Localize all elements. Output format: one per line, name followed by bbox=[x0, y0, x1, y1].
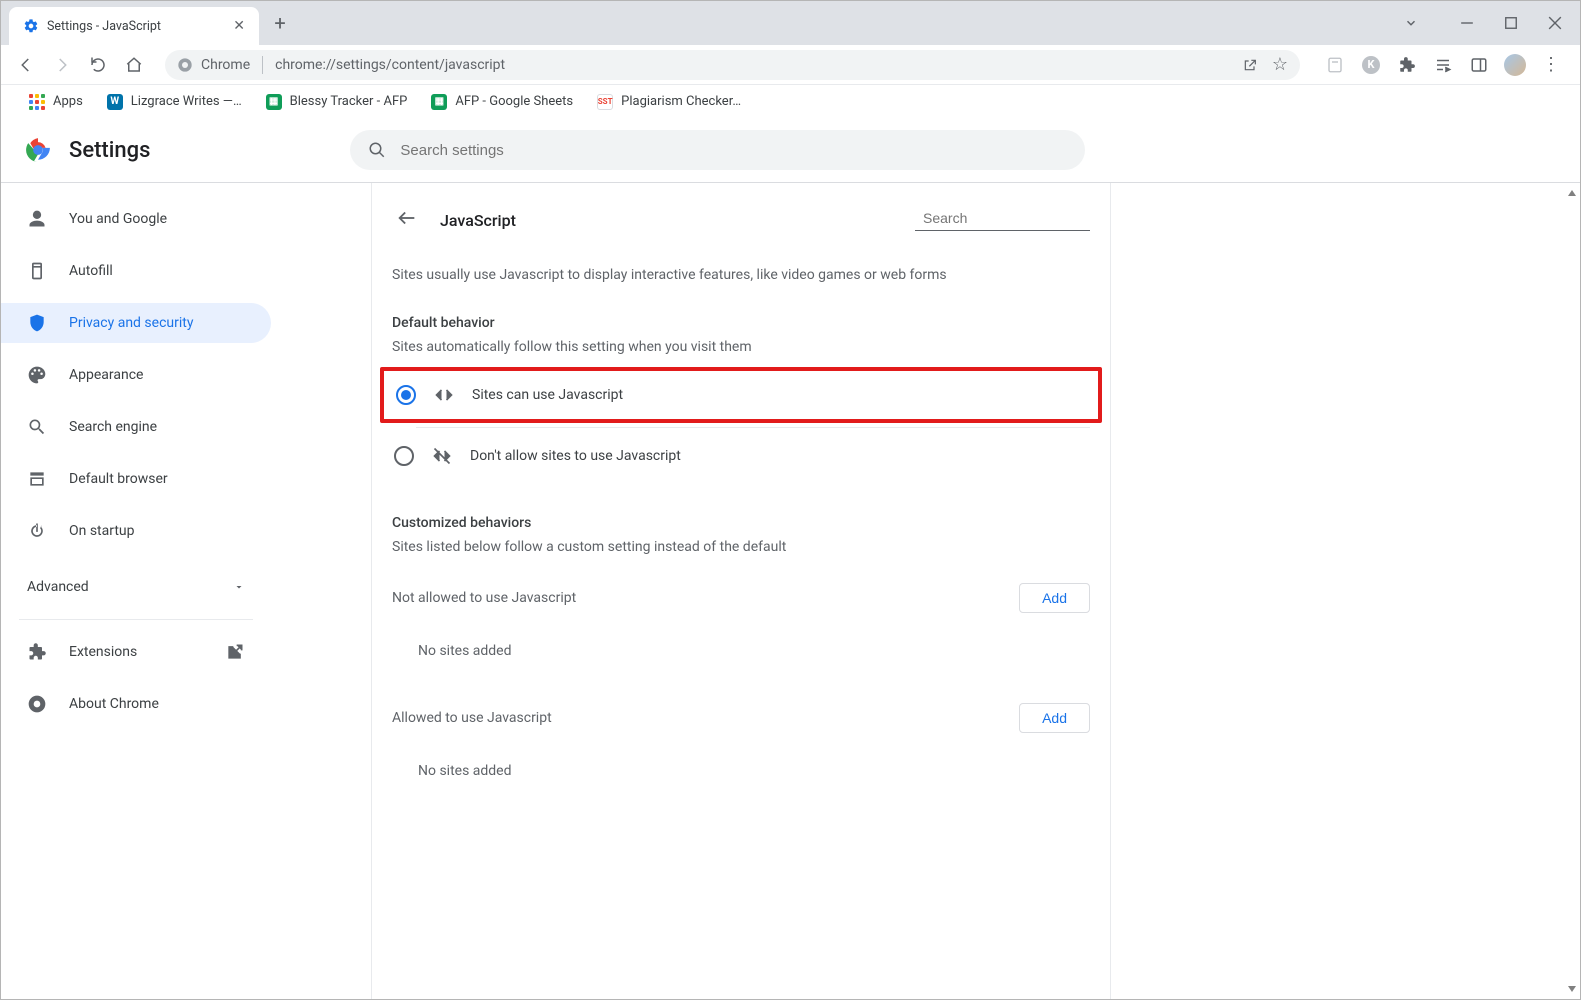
tab-search-button[interactable] bbox=[1392, 1, 1430, 45]
settings-search-input[interactable] bbox=[400, 142, 1067, 159]
sidebar-item-about-chrome[interactable]: About Chrome bbox=[1, 684, 271, 724]
option-allow-label: Sites can use Javascript bbox=[472, 387, 623, 403]
settings-search[interactable] bbox=[350, 130, 1085, 170]
scroll-down-arrow[interactable] bbox=[1564, 979, 1580, 999]
bookmark-plagiarism[interactable]: SST Plagiarism Checker… bbox=[587, 90, 751, 114]
close-icon[interactable] bbox=[1548, 16, 1562, 30]
omnibox-url: chrome://settings/content/javascript bbox=[275, 57, 505, 73]
search-icon bbox=[368, 141, 386, 159]
settings-title: Settings bbox=[69, 138, 150, 163]
sidebar-item-privacy-security[interactable]: Privacy and security bbox=[1, 303, 271, 343]
bookmarks-bar: Apps W Lizgrace Writes —… ▦ Blessy Track… bbox=[1, 85, 1580, 119]
menu-icon[interactable]: ⋮ bbox=[1540, 54, 1562, 76]
side-panel-icon[interactable] bbox=[1468, 54, 1490, 76]
no-sites-allowed: No sites added bbox=[372, 749, 1110, 793]
extensions-icon[interactable] bbox=[1396, 54, 1418, 76]
forward-button[interactable] bbox=[49, 52, 75, 78]
option-allow-js[interactable]: Sites can use Javascript bbox=[380, 367, 1102, 423]
default-behavior-title: Default behavior bbox=[372, 295, 1110, 337]
maximize-icon[interactable] bbox=[1504, 16, 1518, 30]
sidebar-item-advanced[interactable]: Advanced bbox=[1, 567, 271, 607]
share-icon[interactable] bbox=[1242, 57, 1258, 73]
page-title: JavaScript bbox=[440, 211, 516, 230]
sst-icon: SST bbox=[597, 94, 613, 110]
bookmark-blessy-tracker[interactable]: ▦ Blessy Tracker - AFP bbox=[256, 90, 418, 114]
settings-content: JavaScript Sites usually use Javascript … bbox=[271, 183, 1580, 999]
chrome-icon bbox=[177, 57, 193, 73]
sidebar-item-appearance[interactable]: Appearance bbox=[1, 355, 271, 395]
settings-header: Settings bbox=[1, 118, 1580, 183]
radio-allow[interactable] bbox=[396, 385, 416, 405]
chrome-logo-icon bbox=[25, 137, 51, 163]
tab-close-icon[interactable]: ✕ bbox=[233, 18, 245, 34]
page-search-input[interactable] bbox=[923, 210, 1104, 226]
sidebar-item-you-and-google[interactable]: You and Google bbox=[1, 199, 271, 239]
media-icon[interactable] bbox=[1432, 54, 1454, 76]
option-block-js[interactable]: Don't allow sites to use Javascript bbox=[380, 432, 1102, 481]
code-off-icon bbox=[432, 446, 452, 466]
page-search[interactable] bbox=[915, 210, 1090, 231]
bookmark-star-icon[interactable]: ☆ bbox=[1272, 54, 1288, 75]
bookmark-lizgrace[interactable]: W Lizgrace Writes —… bbox=[97, 90, 252, 114]
custom-behaviors-sub: Sites listed below follow a custom setti… bbox=[372, 537, 1110, 567]
not-allowed-section: Not allowed to use Javascript Add bbox=[372, 567, 1110, 629]
k-badge-icon[interactable]: K bbox=[1360, 54, 1382, 76]
reader-icon[interactable] bbox=[1324, 54, 1346, 76]
sheets-icon: ▦ bbox=[431, 94, 447, 110]
allowed-section: Allowed to use Javascript Add bbox=[372, 673, 1110, 749]
wordpress-icon: W bbox=[107, 94, 123, 110]
browser-titlebar: Settings - JavaScript ✕ + bbox=[1, 1, 1580, 45]
not-allowed-label: Not allowed to use Javascript bbox=[392, 590, 576, 606]
javascript-settings-card: JavaScript Sites usually use Javascript … bbox=[371, 183, 1111, 999]
option-block-label: Don't allow sites to use Javascript bbox=[470, 448, 681, 464]
launch-icon bbox=[225, 642, 245, 662]
code-icon bbox=[434, 385, 454, 405]
address-bar[interactable]: Chrome chrome://settings/content/javascr… bbox=[165, 50, 1300, 80]
toolbar-extensions: K ⋮ bbox=[1318, 54, 1568, 76]
bookmark-afp-sheets[interactable]: ▦ AFP - Google Sheets bbox=[421, 90, 583, 114]
browser-tab[interactable]: Settings - JavaScript ✕ bbox=[9, 7, 259, 45]
default-behavior-sub: Sites automatically follow this setting … bbox=[372, 337, 1110, 367]
javascript-description: Sites usually use Javascript to display … bbox=[372, 255, 1110, 295]
sidebar-item-on-startup[interactable]: On startup bbox=[1, 511, 271, 551]
tab-title: Settings - JavaScript bbox=[47, 19, 225, 34]
minimize-icon[interactable] bbox=[1460, 16, 1474, 30]
custom-behaviors-title: Customized behaviors bbox=[372, 481, 1110, 537]
settings-sidebar: You and Google Autofill Privacy and secu… bbox=[1, 183, 271, 999]
sidebar-item-extensions[interactable]: Extensions bbox=[1, 632, 271, 672]
sidebar-item-search-engine[interactable]: Search engine bbox=[1, 407, 271, 447]
apps-icon bbox=[29, 94, 45, 110]
new-tab-button[interactable]: + bbox=[263, 1, 297, 45]
reload-button[interactable] bbox=[85, 52, 111, 78]
window-controls bbox=[1430, 1, 1580, 45]
scroll-up-arrow[interactable] bbox=[1564, 183, 1580, 203]
home-button[interactable] bbox=[121, 52, 147, 78]
no-sites-not-allowed: No sites added bbox=[372, 629, 1110, 673]
add-allowed-button[interactable]: Add bbox=[1019, 703, 1090, 733]
gear-icon bbox=[23, 18, 39, 34]
back-arrow-button[interactable] bbox=[392, 203, 422, 237]
add-not-allowed-button[interactable]: Add bbox=[1019, 583, 1090, 613]
allowed-label: Allowed to use Javascript bbox=[392, 710, 552, 726]
expand-icon bbox=[233, 581, 245, 593]
radio-block[interactable] bbox=[394, 446, 414, 466]
browser-toolbar: Chrome chrome://settings/content/javascr… bbox=[1, 45, 1580, 85]
sheets-icon: ▦ bbox=[266, 94, 282, 110]
bookmark-apps[interactable]: Apps bbox=[19, 90, 93, 114]
profile-avatar[interactable] bbox=[1504, 54, 1526, 76]
sidebar-item-default-browser[interactable]: Default browser bbox=[1, 459, 271, 499]
sidebar-item-autofill[interactable]: Autofill bbox=[1, 251, 271, 291]
omnibox-chrome-label: Chrome bbox=[201, 57, 250, 73]
back-button[interactable] bbox=[13, 52, 39, 78]
